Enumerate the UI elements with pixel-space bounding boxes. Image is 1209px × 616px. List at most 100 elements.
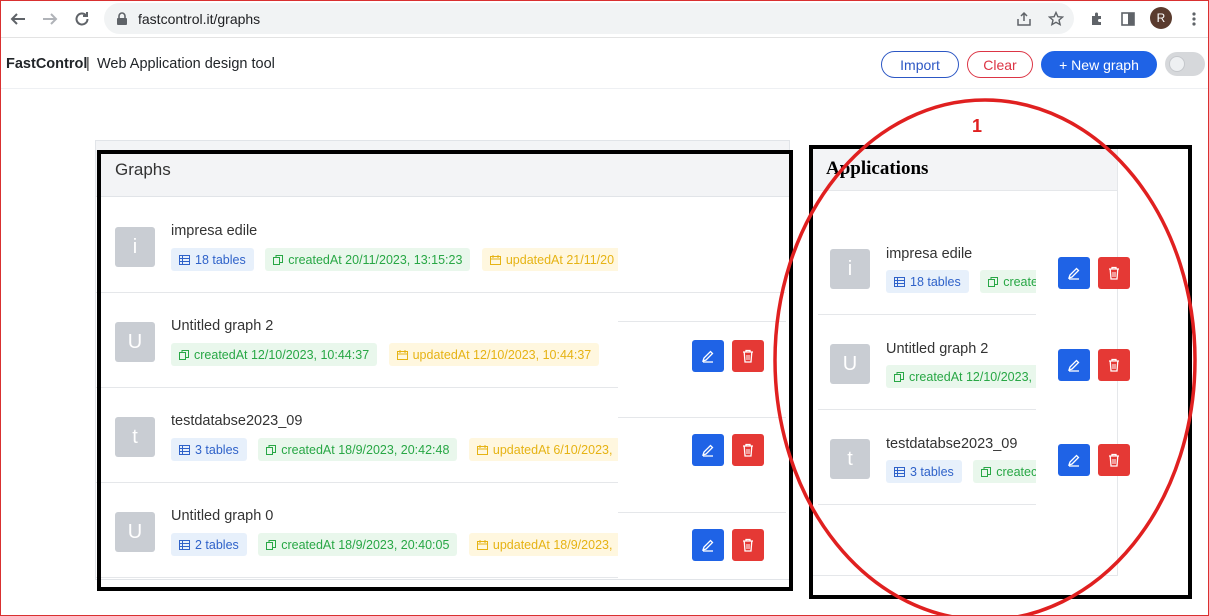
application-tags: 3 tables createc bbox=[886, 460, 1036, 483]
brand-separator: | bbox=[86, 56, 90, 72]
application-tags: 18 tables create bbox=[886, 270, 1036, 293]
created-badge: create bbox=[980, 270, 1036, 293]
profile-avatar[interactable]: R bbox=[1150, 7, 1172, 29]
updated-badge: updatedAt 12/10/2023, 10:44:37 bbox=[388, 343, 600, 366]
graph-tags: 3 tables createdAt 18/9/2023, 20:42:48 u… bbox=[171, 438, 618, 461]
trash-icon bbox=[743, 538, 753, 552]
back-arrow-icon[interactable] bbox=[6, 7, 30, 31]
graph-row[interactable]: U Untitled graph 0 2 tables createdAt 18… bbox=[96, 483, 618, 578]
delete-button[interactable] bbox=[732, 434, 764, 466]
calendar-icon bbox=[489, 254, 501, 265]
application-row[interactable]: U Untitled graph 2 createdAt 12/10/2023, bbox=[818, 315, 1036, 410]
table-icon bbox=[179, 444, 190, 455]
table-icon bbox=[179, 254, 190, 265]
application-row[interactable]: i impresa edile 18 tables create bbox=[818, 220, 1036, 315]
created-badge: createdAt 20/11/2023, 13:15:23 bbox=[265, 248, 471, 271]
forward-arrow-icon[interactable] bbox=[38, 7, 62, 31]
trash-icon bbox=[1109, 266, 1119, 280]
graph-row-actions bbox=[618, 321, 786, 418]
graphs-panel-header: Graphs bbox=[96, 141, 789, 197]
lock-icon[interactable] bbox=[113, 10, 131, 28]
table-icon bbox=[894, 276, 905, 287]
application-name[interactable]: testdatabse2023_09 bbox=[886, 436, 1017, 452]
browser-toolbar: fastcontrol.it/graphs R bbox=[0, 0, 1209, 38]
theme-toggle[interactable] bbox=[1165, 52, 1205, 76]
calendar-icon bbox=[396, 349, 408, 360]
tables-badge: 3 tables bbox=[886, 460, 962, 483]
created-badge: createc bbox=[973, 460, 1036, 483]
import-button[interactable]: Import bbox=[881, 51, 959, 78]
graph-tags: createdAt 12/10/2023, 10:44:37 updatedAt… bbox=[171, 343, 618, 366]
pencil-icon bbox=[701, 350, 714, 363]
table-icon bbox=[894, 466, 905, 477]
kebab-menu-icon[interactable] bbox=[1183, 8, 1205, 30]
copy-icon bbox=[981, 466, 992, 477]
application-avatar: t bbox=[830, 439, 870, 479]
delete-button[interactable] bbox=[1098, 349, 1130, 381]
delete-button[interactable] bbox=[1098, 444, 1130, 476]
graph-row[interactable]: U Untitled graph 2 createdAt 12/10/2023,… bbox=[96, 293, 618, 388]
pencil-icon bbox=[701, 539, 714, 552]
graph-row-right bbox=[618, 198, 786, 293]
brand-name[interactable]: FastControl bbox=[6, 56, 87, 72]
copy-icon bbox=[179, 349, 189, 360]
edit-button[interactable] bbox=[692, 529, 724, 561]
created-badge: createdAt 18/9/2023, 20:40:05 bbox=[258, 533, 458, 556]
edit-button[interactable] bbox=[1058, 257, 1090, 289]
delete-button[interactable] bbox=[1098, 257, 1130, 289]
copy-icon bbox=[894, 371, 904, 382]
edit-button[interactable] bbox=[692, 434, 724, 466]
clear-button[interactable]: Clear bbox=[967, 51, 1033, 78]
new-graph-button[interactable]: + New graph bbox=[1041, 51, 1157, 78]
delete-button[interactable] bbox=[732, 529, 764, 561]
application-row[interactable]: t testdatabse2023_09 3 tables createc bbox=[818, 410, 1036, 505]
pencil-icon bbox=[701, 444, 714, 457]
reload-icon[interactable] bbox=[70, 7, 94, 31]
graph-name[interactable]: Untitled graph 0 bbox=[171, 508, 273, 524]
address-bar[interactable]: fastcontrol.it/graphs bbox=[104, 3, 1074, 34]
graphs-panel: Graphs i impresa edile 18 tables created… bbox=[95, 140, 790, 580]
toggle-knob bbox=[1169, 56, 1185, 72]
graph-row[interactable]: t testdatabse2023_09 3 tables createdAt … bbox=[96, 388, 618, 483]
copy-icon bbox=[273, 254, 284, 265]
graph-tags: 18 tables createdAt 20/11/2023, 13:15:23… bbox=[171, 248, 618, 271]
delete-button[interactable] bbox=[732, 340, 764, 372]
graph-row-actions bbox=[618, 418, 786, 513]
tables-badge: 3 tables bbox=[171, 438, 247, 461]
application-name[interactable]: Untitled graph 2 bbox=[886, 341, 988, 357]
tables-badge: 18 tables bbox=[171, 248, 254, 271]
application-name[interactable]: impresa edile bbox=[886, 246, 972, 262]
created-badge: createdAt 18/9/2023, 20:42:48 bbox=[258, 438, 458, 461]
graph-avatar: U bbox=[115, 322, 155, 362]
graph-avatar: i bbox=[115, 227, 155, 267]
graph-row[interactable]: i impresa edile 18 tables createdAt 20/1… bbox=[96, 198, 618, 293]
graph-avatar: U bbox=[115, 512, 155, 552]
graph-name[interactable]: impresa edile bbox=[171, 223, 257, 239]
puzzle-icon[interactable] bbox=[1086, 8, 1108, 30]
calendar-icon bbox=[476, 444, 488, 455]
edit-button[interactable] bbox=[1058, 349, 1090, 381]
share-icon[interactable] bbox=[1015, 10, 1033, 28]
graph-name[interactable]: testdatabse2023_09 bbox=[171, 413, 302, 429]
graph-name[interactable]: Untitled graph 2 bbox=[171, 318, 273, 334]
copy-icon bbox=[266, 444, 277, 455]
calendar-icon bbox=[476, 539, 488, 550]
edit-button[interactable] bbox=[1058, 444, 1090, 476]
created-badge: createdAt 12/10/2023, bbox=[886, 365, 1036, 388]
application-avatar: i bbox=[830, 249, 870, 289]
star-icon[interactable] bbox=[1047, 10, 1065, 28]
brand-tagline: Web Application design tool bbox=[97, 56, 275, 72]
app-header: FastControl | Web Application design too… bbox=[0, 39, 1209, 89]
edit-button[interactable] bbox=[692, 340, 724, 372]
application-avatar: U bbox=[830, 344, 870, 384]
pencil-icon bbox=[1067, 359, 1080, 372]
updated-badge: updatedAt 18/9/2023, bbox=[468, 533, 618, 556]
trash-icon bbox=[743, 349, 753, 363]
trash-icon bbox=[1109, 453, 1119, 467]
graph-avatar: t bbox=[115, 417, 155, 457]
tables-badge: 2 tables bbox=[171, 533, 247, 556]
sidebar-icon[interactable] bbox=[1117, 8, 1139, 30]
updated-badge: updatedAt 21/11/20 bbox=[481, 248, 618, 271]
applications-title: Applications bbox=[826, 158, 929, 179]
pencil-icon bbox=[1067, 454, 1080, 467]
